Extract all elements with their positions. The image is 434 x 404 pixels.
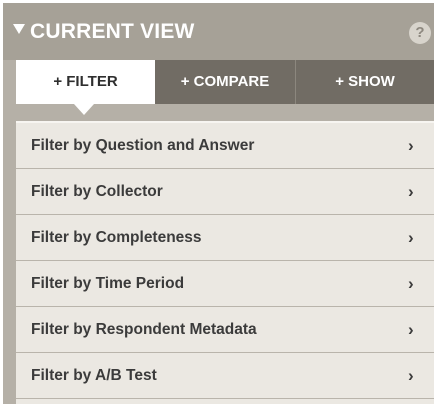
filter-item-time-period[interactable]: Filter by Time Period › bbox=[16, 261, 434, 307]
help-icon[interactable]: ? bbox=[409, 22, 431, 44]
chevron-right-icon: › bbox=[408, 274, 414, 293]
tab-filter[interactable]: + FILTER bbox=[16, 60, 155, 104]
filter-item-completeness[interactable]: Filter by Completeness › bbox=[16, 215, 434, 261]
chevron-right-icon: › bbox=[408, 228, 414, 247]
tab-compare[interactable]: + COMPARE bbox=[155, 60, 295, 104]
filter-list: Filter by Question and Answer › Filter b… bbox=[16, 121, 434, 404]
filter-item-collector[interactable]: Filter by Collector › bbox=[16, 169, 434, 215]
caret-down-icon[interactable] bbox=[13, 24, 25, 34]
filter-item-label: Filter by A/B Test bbox=[31, 367, 157, 384]
filter-item-question-and-answer[interactable]: Filter by Question and Answer › bbox=[16, 123, 434, 169]
panel-title: CURRENT VIEW bbox=[30, 20, 195, 43]
active-tab-pointer bbox=[74, 104, 94, 115]
current-view-panel: CURRENT VIEW ? + FILTER + COMPARE + SHOW… bbox=[3, 3, 434, 404]
chevron-right-icon: › bbox=[408, 320, 414, 339]
chevron-right-icon: › bbox=[408, 366, 414, 385]
filter-item-respondent-metadata[interactable]: Filter by Respondent Metadata › bbox=[16, 307, 434, 353]
current-view-header[interactable]: CURRENT VIEW ? bbox=[3, 3, 434, 60]
filter-item-label: Filter by Time Period bbox=[31, 275, 185, 292]
filter-item-label: Filter by Collector bbox=[31, 183, 163, 200]
chevron-right-icon: › bbox=[408, 136, 414, 155]
filter-item-label: Filter by Respondent Metadata bbox=[31, 321, 257, 338]
view-tabs: + FILTER + COMPARE + SHOW bbox=[16, 60, 434, 115]
tab-show[interactable]: + SHOW bbox=[296, 60, 434, 104]
filter-item-ab-test[interactable]: Filter by A/B Test › bbox=[16, 353, 434, 399]
filter-item-label: Filter by Question and Answer bbox=[31, 137, 255, 154]
filter-item-label: Filter by Completeness bbox=[31, 229, 202, 246]
chevron-right-icon: › bbox=[408, 182, 414, 201]
